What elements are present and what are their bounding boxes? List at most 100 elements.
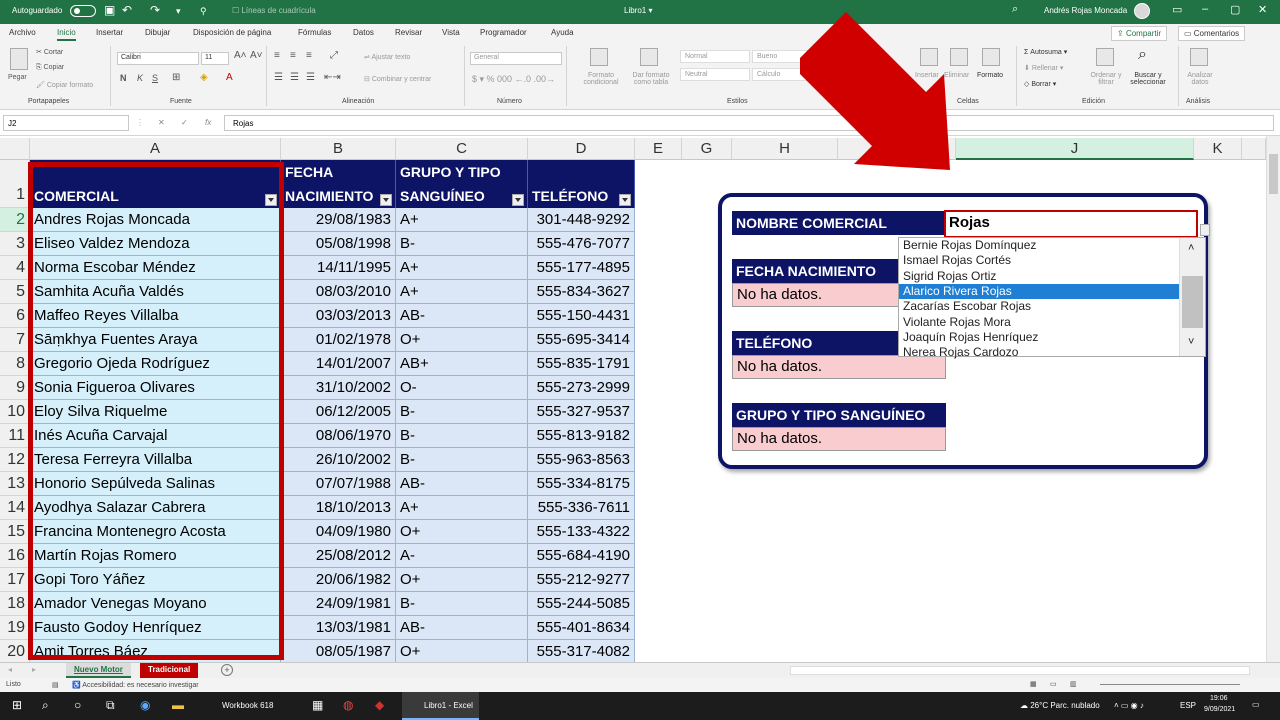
row-header[interactable]: 11 bbox=[0, 424, 30, 448]
format-table-button[interactable]: Dar formato como tabla bbox=[626, 72, 676, 86]
copy-button[interactable]: ⎘ Copiar bbox=[36, 64, 64, 72]
cell-grupo[interactable]: AB+ bbox=[396, 352, 528, 376]
formula-input[interactable]: Rojas bbox=[224, 115, 1274, 131]
autosave-toggle[interactable] bbox=[70, 5, 96, 17]
cell-telefono[interactable]: 555-244-5085 bbox=[528, 592, 635, 616]
search-icon[interactable]: ⌕ bbox=[1012, 3, 1018, 16]
cell-fecha[interactable]: 18/10/2013 bbox=[281, 496, 396, 520]
row-header[interactable]: 6 bbox=[0, 304, 30, 328]
undo-icon[interactable]: ↶ bbox=[122, 3, 132, 17]
cell-grupo[interactable]: B- bbox=[396, 424, 528, 448]
clock-time[interactable]: 19:06 bbox=[1210, 695, 1228, 702]
cell-grupo[interactable]: O+ bbox=[396, 328, 528, 352]
filter-dropdown-icon[interactable] bbox=[619, 194, 631, 206]
cell-telefono[interactable]: 555-317-4082 bbox=[528, 640, 635, 662]
find-icon[interactable]: ⌕ bbox=[1138, 46, 1147, 64]
vertical-scroll-thumb[interactable] bbox=[1269, 154, 1278, 194]
file-explorer-icon[interactable]: ▬ bbox=[172, 698, 184, 712]
column-header-l[interactable] bbox=[1242, 138, 1266, 160]
cell-grupo[interactable]: B- bbox=[396, 448, 528, 472]
align-bottom-icon[interactable]: ≡ bbox=[306, 50, 312, 61]
cell-telefono[interactable]: 555-684-4190 bbox=[528, 544, 635, 568]
cell-telefono[interactable]: 555-133-4322 bbox=[528, 520, 635, 544]
cell-fecha[interactable]: 08/06/1970 bbox=[281, 424, 396, 448]
font-color-icon[interactable]: A bbox=[226, 72, 233, 83]
fill-color-icon[interactable]: ◈ bbox=[200, 72, 208, 83]
cell-fecha[interactable]: 05/08/1998 bbox=[281, 232, 396, 256]
close-icon[interactable]: ✕ bbox=[1258, 3, 1267, 16]
cell-fecha[interactable]: 13/03/1981 bbox=[281, 616, 396, 640]
search-icon[interactable]: ⌕ bbox=[42, 698, 49, 713]
tab-ayuda[interactable]: Ayuda bbox=[551, 28, 574, 37]
cell-grupo[interactable]: B- bbox=[396, 232, 528, 256]
row-header[interactable]: 20 bbox=[0, 640, 30, 662]
cell-fecha[interactable]: 14/11/1995 bbox=[281, 256, 396, 280]
page-layout-icon[interactable]: ▭ bbox=[1050, 680, 1057, 688]
name-input[interactable]: Rojas bbox=[944, 210, 1198, 238]
dropdown-option[interactable]: Alarico Rivera Rojas bbox=[899, 283, 1181, 299]
row-header[interactable]: 8 bbox=[0, 352, 30, 376]
save-icon[interactable]: ▣ bbox=[104, 3, 115, 17]
weather-widget[interactable]: ☁ 26°C Parc. nublado bbox=[1020, 701, 1100, 710]
borders-icon[interactable]: ⊞ bbox=[172, 72, 180, 83]
style-normal[interactable]: Normal bbox=[680, 50, 750, 63]
filter-dropdown-icon[interactable] bbox=[380, 194, 392, 206]
normal-view-icon[interactable]: ▦ bbox=[1030, 680, 1037, 688]
row-header[interactable]: 16 bbox=[0, 544, 30, 568]
paste-button[interactable]: Pegar bbox=[8, 74, 27, 81]
cell-grupo[interactable]: AB- bbox=[396, 616, 528, 640]
filter-dropdown-icon[interactable] bbox=[512, 194, 524, 206]
cell-grupo[interactable]: O- bbox=[396, 376, 528, 400]
row-header[interactable]: 2 bbox=[0, 208, 30, 232]
cell-grupo[interactable]: A+ bbox=[396, 496, 528, 520]
currency-icon[interactable]: $ ▾ % 000 ←.0 .00→ bbox=[472, 74, 555, 85]
name-box[interactable]: J2 bbox=[3, 115, 129, 131]
autocomplete-dropdown[interactable]: Bernie Rojas Domínquez Ismael Rojas Corté… bbox=[898, 237, 1206, 359]
cell-telefono[interactable]: 555-212-9277 bbox=[528, 568, 635, 592]
cell-telefono[interactable]: 555-835-1791 bbox=[528, 352, 635, 376]
cell-grupo[interactable]: B- bbox=[396, 400, 528, 424]
cell-grupo[interactable]: O+ bbox=[396, 640, 528, 662]
cell-fecha[interactable]: 03/03/2013 bbox=[281, 304, 396, 328]
tab-inicio[interactable]: Inicio bbox=[57, 28, 76, 41]
insert-function-icon[interactable]: fx bbox=[205, 118, 211, 127]
cell-grupo[interactable]: O+ bbox=[396, 568, 528, 592]
analyze-data-button[interactable]: Analizar datos bbox=[1184, 72, 1216, 86]
cell-telefono[interactable]: 555-273-2999 bbox=[528, 376, 635, 400]
dropdown-option[interactable]: Zacarías Escobar Rojas bbox=[899, 299, 1181, 314]
clock-date[interactable]: 9/09/2021 bbox=[1204, 706, 1235, 713]
next-sheet-icon[interactable]: ▸ bbox=[32, 665, 36, 674]
header-grupo[interactable]: GRUPO Y TIPO SANGUÍNEO bbox=[396, 160, 528, 208]
cell-fecha[interactable]: 25/08/2012 bbox=[281, 544, 396, 568]
dropdown-option[interactable]: Sigrid Rojas Ortiz bbox=[899, 269, 1181, 284]
cell-fecha[interactable]: 04/09/1980 bbox=[281, 520, 396, 544]
vertical-scrollbar[interactable] bbox=[1266, 136, 1280, 662]
sheet-tab-tradicional[interactable]: Tradicional bbox=[140, 663, 199, 678]
orientation-icon[interactable]: ⤢ bbox=[330, 50, 338, 61]
column-header-c[interactable]: C bbox=[396, 138, 528, 160]
dropdown-option[interactable]: Bernie Rojas Domínquez bbox=[899, 238, 1181, 253]
accessibility-status[interactable]: ♿ Accesibilidad: es necesario investigar bbox=[72, 681, 199, 689]
decrease-font-icon[interactable]: A˅ bbox=[250, 50, 263, 61]
cell-grupo[interactable]: A+ bbox=[396, 280, 528, 304]
wrap-text-button[interactable]: ⇌ Ajustar texto bbox=[364, 53, 410, 61]
autosum-button[interactable]: Σ Autosuma ▾ bbox=[1024, 48, 1067, 56]
clear-button[interactable]: ◇ Borrar ▾ bbox=[1024, 80, 1056, 88]
cell-grupo[interactable]: A+ bbox=[396, 256, 528, 280]
comments-button[interactable]: ▭ Comentarios bbox=[1178, 26, 1246, 41]
row-header[interactable]: 15 bbox=[0, 520, 30, 544]
format-painter-button[interactable]: 🖌 Copiar formato bbox=[36, 81, 93, 89]
cell-telefono[interactable]: 555-695-3414 bbox=[528, 328, 635, 352]
cell-fecha[interactable]: 08/05/1987 bbox=[281, 640, 396, 662]
document-title[interactable]: Libro1 ▾ bbox=[624, 6, 652, 15]
conditional-format-button[interactable]: Formato condicional bbox=[575, 72, 627, 86]
cancel-icon[interactable]: ✕ bbox=[158, 118, 165, 127]
format-cells-icon[interactable] bbox=[982, 48, 1000, 66]
minimize-icon[interactable]: – bbox=[1202, 3, 1208, 15]
cell-telefono[interactable]: 301-448-9292 bbox=[528, 208, 635, 232]
cell-telefono[interactable]: 555-334-8175 bbox=[528, 472, 635, 496]
prev-sheet-icon[interactable]: ◂ bbox=[8, 665, 12, 674]
dropdown-scrollbar[interactable]: ˄ ˅ bbox=[1179, 238, 1205, 356]
font-size-select[interactable]: 11 bbox=[201, 52, 229, 65]
number-format-select[interactable]: General bbox=[470, 52, 562, 65]
